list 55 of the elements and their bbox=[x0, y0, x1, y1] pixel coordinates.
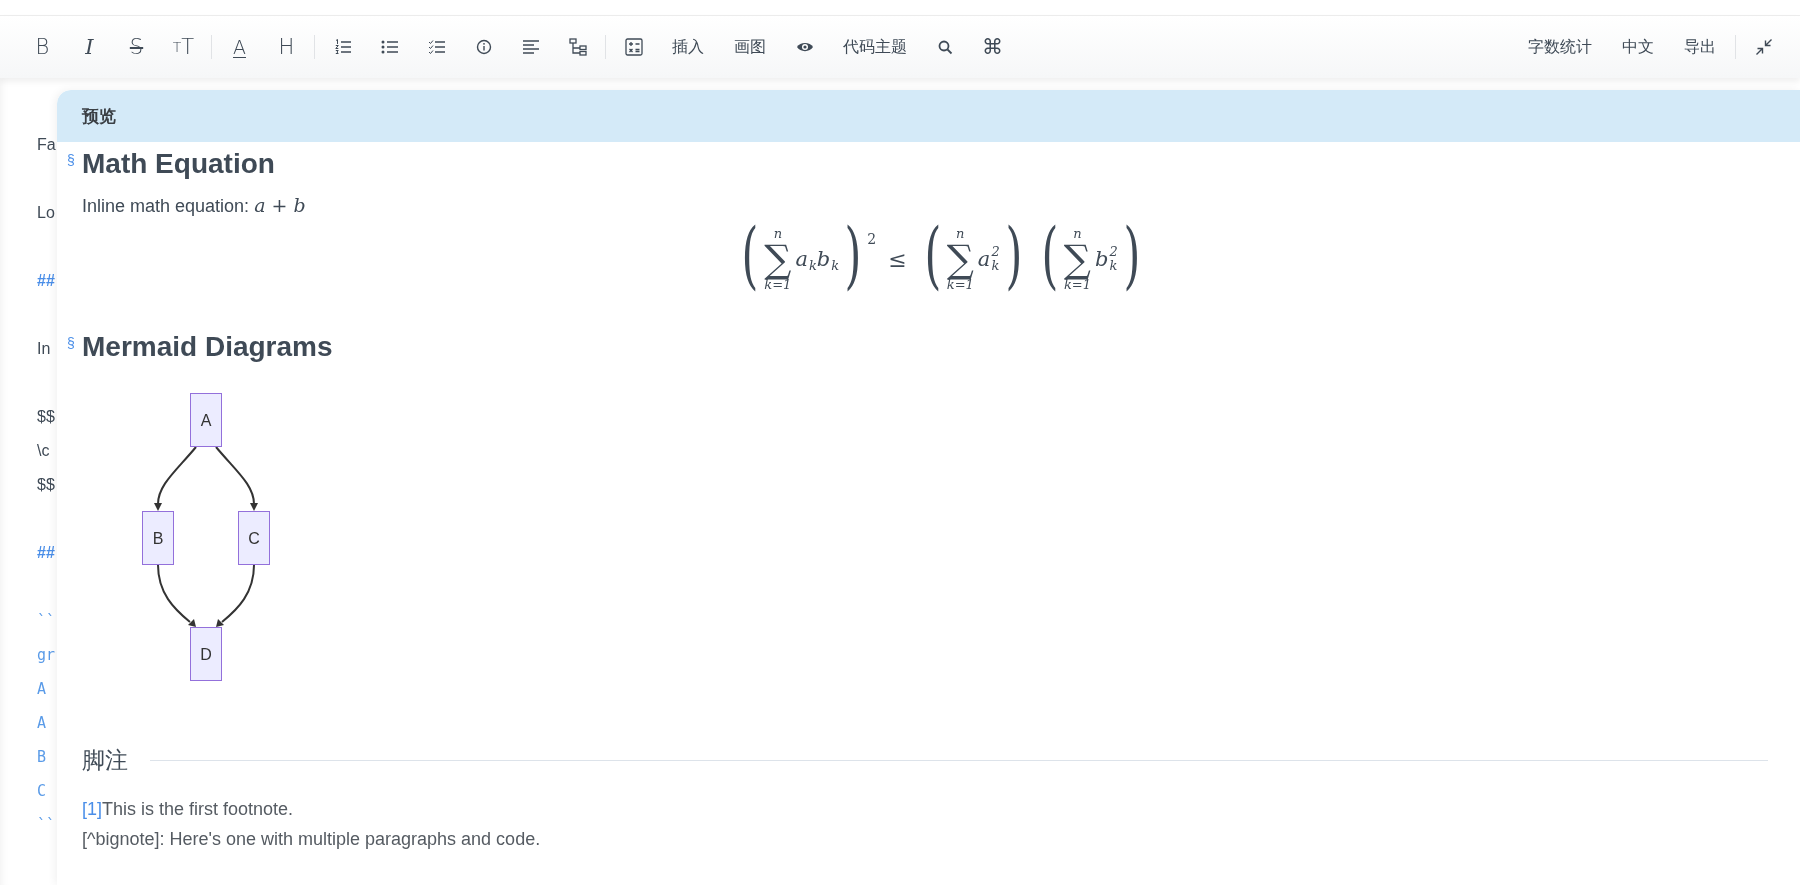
editor-line: $$ bbox=[37, 407, 55, 427]
toolbar-button[interactable]: A bbox=[217, 29, 262, 65]
connector-arrow bbox=[216, 564, 255, 627]
editor-line: \c bbox=[37, 441, 50, 461]
toolbar-button[interactable]: 中文 bbox=[1608, 29, 1668, 65]
toolbar-button[interactable]: B bbox=[20, 29, 65, 65]
editor-line: $$ bbox=[37, 475, 55, 495]
info-icon bbox=[475, 39, 492, 55]
align-left-icon bbox=[521, 39, 540, 55]
diagram-node: B bbox=[142, 511, 174, 565]
toolbar-button[interactable]: S bbox=[114, 29, 159, 65]
editor-line: B bbox=[37, 747, 47, 768]
editor-line: ## bbox=[37, 271, 55, 291]
footnotes-heading: 脚注 bbox=[82, 746, 128, 775]
footnote-text: [^bignote]: Here's one with multiple paragraphs and code. bbox=[82, 829, 541, 849]
ordered-list-icon bbox=[333, 38, 352, 56]
diagram-node: C bbox=[238, 511, 270, 565]
editor-line: gr bbox=[37, 645, 56, 666]
eye-icon bbox=[795, 41, 814, 53]
calculator-icon bbox=[624, 38, 643, 56]
search-icon bbox=[938, 39, 953, 55]
checklist-icon bbox=[427, 39, 446, 55]
editor-line: ## bbox=[37, 543, 55, 563]
toolbar-button[interactable]: 插入 bbox=[658, 29, 718, 65]
toolbar-button[interactable]: 代码主题 bbox=[829, 29, 921, 65]
section-heading: Mermaid Diagrams bbox=[82, 331, 333, 362]
toolbar-button[interactable]: 画图 bbox=[720, 29, 780, 65]
editor-line: `` bbox=[37, 815, 56, 836]
toolbar-button[interactable]: I bbox=[67, 29, 112, 65]
editor-line: Fa bbox=[37, 135, 56, 155]
toolbar-button[interactable]: ⌘ bbox=[970, 29, 1015, 65]
toolbar-button[interactable]: H bbox=[264, 29, 309, 65]
connector-arrow bbox=[154, 446, 197, 511]
paragraph: Inline math equation: a + b bbox=[82, 196, 306, 216]
anchor-link[interactable]: § bbox=[67, 142, 75, 178]
collapse-icon bbox=[1754, 38, 1773, 56]
editor-line: C bbox=[37, 781, 47, 802]
editor-line: A bbox=[37, 679, 47, 700]
toolbar-button[interactable]: 字数统计 bbox=[1514, 29, 1606, 65]
editor-line: `` bbox=[37, 611, 56, 632]
preview-title: 预览 bbox=[82, 105, 116, 128]
section-heading: Math Equation bbox=[82, 148, 275, 179]
tree-icon bbox=[568, 38, 587, 56]
toolbar-button[interactable]: 导出 bbox=[1670, 29, 1730, 65]
editor-line: In bbox=[37, 339, 51, 359]
editor-line: Lo bbox=[37, 203, 55, 223]
bullet-list-icon bbox=[380, 39, 399, 55]
connector-arrow bbox=[157, 564, 196, 627]
diagram-node: D bbox=[190, 627, 222, 681]
anchor-link[interactable]: § bbox=[67, 325, 75, 361]
toolbar-button[interactable]: TT bbox=[161, 29, 206, 65]
footnote-text: This is the first footnote. bbox=[102, 799, 294, 819]
editor-line: A bbox=[37, 713, 47, 734]
diagram-node: A bbox=[190, 393, 222, 447]
connector-arrow bbox=[215, 446, 258, 511]
